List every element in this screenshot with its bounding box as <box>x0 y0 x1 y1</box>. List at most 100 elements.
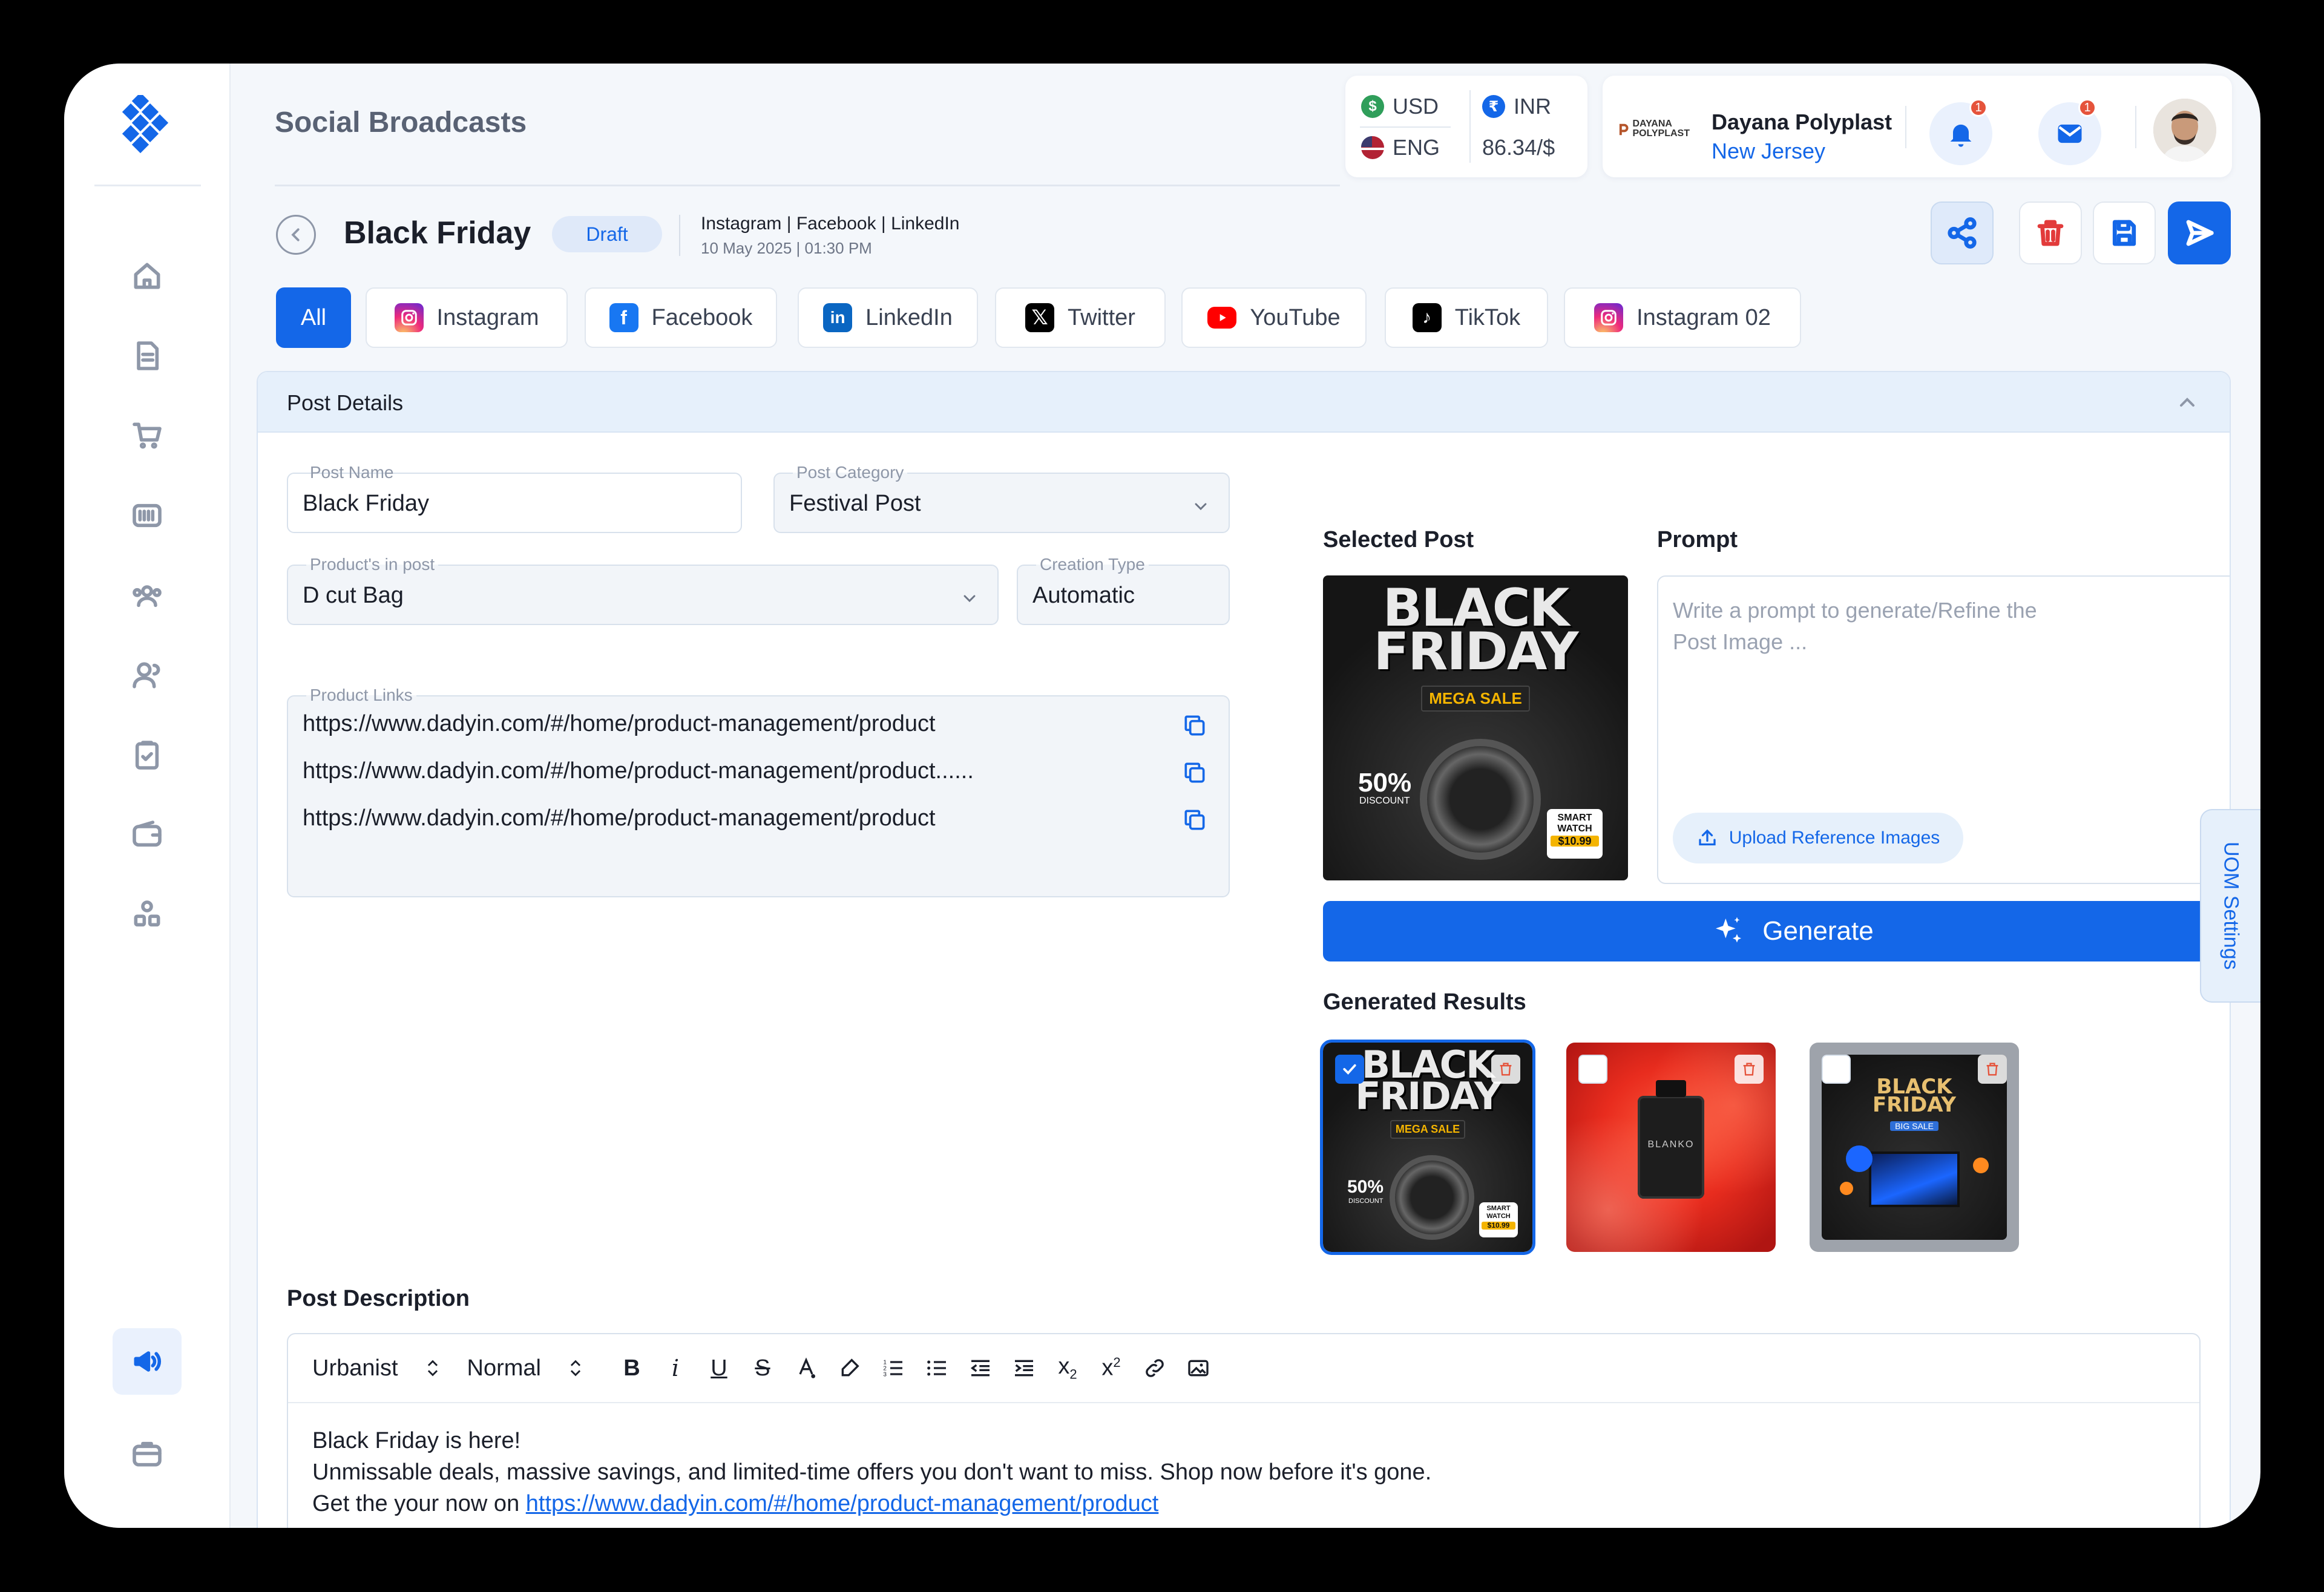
product-links-field: Product Links https://www.dadyin.com/#/h… <box>287 686 1230 897</box>
avatar[interactable] <box>2153 99 2216 162</box>
product-link[interactable]: https://www.dadyin.com/#/home/product-ma… <box>303 805 936 831</box>
description-text[interactable]: Black Friday is here! Unmissable deals, … <box>312 1425 1431 1519</box>
target-currency[interactable]: ₹ INR <box>1482 94 1551 119</box>
section-title: Post Details <box>287 390 404 415</box>
barcode-icon <box>133 503 162 528</box>
chevron-down-icon <box>1195 503 1207 511</box>
product-links-label: Product Links <box>306 686 416 705</box>
products-select[interactable]: Product's in post D cut Bag <box>287 555 999 625</box>
superscript-button[interactable]: x2 <box>1089 1346 1133 1390</box>
sidebar-item-broadcasts[interactable] <box>113 1328 182 1395</box>
back-button[interactable] <box>276 215 316 255</box>
updown-icon <box>427 1360 438 1377</box>
result-delete-button[interactable] <box>1978 1055 2007 1084</box>
bold-button[interactable]: B <box>610 1346 654 1390</box>
product-link[interactable]: https://www.dadyin.com/#/home/product-ma… <box>303 758 974 784</box>
style-select[interactable]: Normal <box>467 1355 586 1381</box>
outdent-button[interactable] <box>959 1346 1002 1390</box>
tab-tiktok[interactable]: ♪ TikTok <box>1385 287 1548 348</box>
save-button[interactable] <box>2093 201 2156 264</box>
post-details-header[interactable]: Post Details <box>258 372 2230 433</box>
chevron-up-icon[interactable] <box>2175 390 2199 414</box>
delete-button[interactable] <box>2019 201 2082 264</box>
ordered-list-icon: 123 <box>883 1359 902 1378</box>
font-select[interactable]: Urbanist <box>312 1355 443 1381</box>
company-profile[interactable]: DAYANA POLYPLAST Dayana Polyplast New Je… <box>1603 76 2232 177</box>
copy-icon[interactable] <box>1181 759 1208 786</box>
link-button[interactable] <box>1133 1346 1177 1390</box>
tab-instagram-02[interactable]: Instagram 02 <box>1564 287 1801 348</box>
ordered-list-button[interactable]: 123 <box>872 1346 915 1390</box>
sidebar-item-briefcase[interactable] <box>113 1420 182 1487</box>
tab-linkedin[interactable]: in LinkedIn <box>798 287 978 348</box>
description-link[interactable]: https://www.dadyin.com/#/home/product-ma… <box>526 1491 1159 1516</box>
sidebar-item-cart[interactable] <box>113 402 182 469</box>
base-currency[interactable]: $ USD <box>1361 94 1439 119</box>
description-text-prefix: Get the your now on <box>312 1491 526 1516</box>
bullet-list-button[interactable] <box>915 1346 959 1390</box>
link-icon <box>1146 1359 1164 1377</box>
tab-label: YouTube <box>1250 304 1341 330</box>
generate-button[interactable]: Generate <box>1323 901 2230 961</box>
company-name: Dayana Polyplast <box>1712 110 1892 134</box>
publish-button[interactable] <box>2168 201 2231 264</box>
messages-button[interactable]: 1 <box>2038 99 2101 165</box>
poster-badge: MEGA SALE <box>1421 686 1530 712</box>
result-delete-button[interactable] <box>1735 1055 1764 1084</box>
company-logo-text: DAYANA POLYPLAST <box>1632 119 1690 139</box>
currency-selector[interactable]: $ USD ENG ₹ INR 86.34/$ <box>1345 76 1587 177</box>
text-color-button[interactable] <box>784 1346 828 1390</box>
subscript-icon: x2 <box>1058 1354 1077 1382</box>
tab-all[interactable]: All <box>276 287 351 348</box>
indent-button[interactable] <box>1002 1346 1046 1390</box>
rupee-icon: ₹ <box>1482 95 1505 118</box>
sidebar-item-contacts[interactable] <box>113 642 182 709</box>
language-selector[interactable]: ENG <box>1361 135 1440 160</box>
result-checkbox[interactable] <box>1335 1055 1364 1084</box>
italic-button[interactable]: i <box>654 1346 697 1390</box>
result-checkbox[interactable] <box>1822 1055 1851 1084</box>
selected-post-label: Selected Post <box>1323 527 1474 552</box>
image-button[interactable] <box>1177 1346 1220 1390</box>
result-discount: DISCOUNT <box>1348 1197 1384 1205</box>
result-delete-button[interactable] <box>1491 1055 1520 1084</box>
result-card[interactable]: BLANKO <box>1566 1043 1776 1252</box>
post-category-select[interactable]: Post Category Festival Post <box>773 463 1230 533</box>
result-checkbox[interactable] <box>1578 1055 1607 1084</box>
highlight-button[interactable] <box>828 1346 872 1390</box>
home-icon <box>134 263 160 289</box>
copy-icon[interactable] <box>1181 712 1208 739</box>
tab-instagram[interactable]: Instagram <box>366 287 568 348</box>
result-card[interactable]: BLACK FRIDAY BIG SALE <box>1810 1043 2019 1252</box>
bold-icon: B <box>623 1355 640 1381</box>
strikethrough-button[interactable]: S <box>741 1346 784 1390</box>
tab-twitter[interactable]: 𝕏 Twitter <box>995 287 1166 348</box>
selected-post-image[interactable]: BLACK FRIDAY MEGA SALE 50% DISCOUNT SMAR… <box>1323 575 1628 880</box>
uom-settings-tab[interactable]: UOM Settings <box>2200 809 2260 1003</box>
sidebar-divider <box>94 185 201 186</box>
tab-facebook[interactable]: f Facebook <box>585 287 777 348</box>
sidebar-item-wallet[interactable] <box>113 802 182 868</box>
prompt-input[interactable]: Write a prompt to generate/Refine the Po… <box>1657 575 2230 884</box>
save-icon <box>2112 220 2136 246</box>
notifications-button[interactable]: 1 <box>1929 99 1992 165</box>
result-card[interactable]: BLACK FRIDAY MEGA SALE 50% DISCOUNT SMAR… <box>1320 1040 1535 1255</box>
share-button[interactable] <box>1931 201 1994 264</box>
sidebar-item-barcode[interactable] <box>113 482 182 549</box>
post-name-field[interactable]: Post Name Black Friday <box>287 463 742 533</box>
description-editor: Urbanist Normal B i U S 123 x2 x2 Black … <box>287 1333 2201 1528</box>
sidebar-item-home[interactable] <box>113 243 182 309</box>
upload-reference-button[interactable]: Upload Reference Images <box>1673 813 1963 863</box>
sidebar-item-documents[interactable] <box>113 323 182 389</box>
sidebar-item-modules[interactable] <box>113 882 182 948</box>
underline-button[interactable]: U <box>697 1346 741 1390</box>
sidebar <box>64 64 231 1528</box>
app-logo[interactable] <box>122 92 176 158</box>
subscript-button[interactable]: x2 <box>1046 1346 1089 1390</box>
copy-icon[interactable] <box>1181 807 1208 833</box>
post-description-label: Post Description <box>287 1286 470 1311</box>
sidebar-item-tasks[interactable] <box>113 722 182 788</box>
sidebar-item-groups[interactable] <box>113 562 182 629</box>
product-link[interactable]: https://www.dadyin.com/#/home/product-ma… <box>303 711 936 737</box>
tab-youtube[interactable]: YouTube <box>1181 287 1367 348</box>
